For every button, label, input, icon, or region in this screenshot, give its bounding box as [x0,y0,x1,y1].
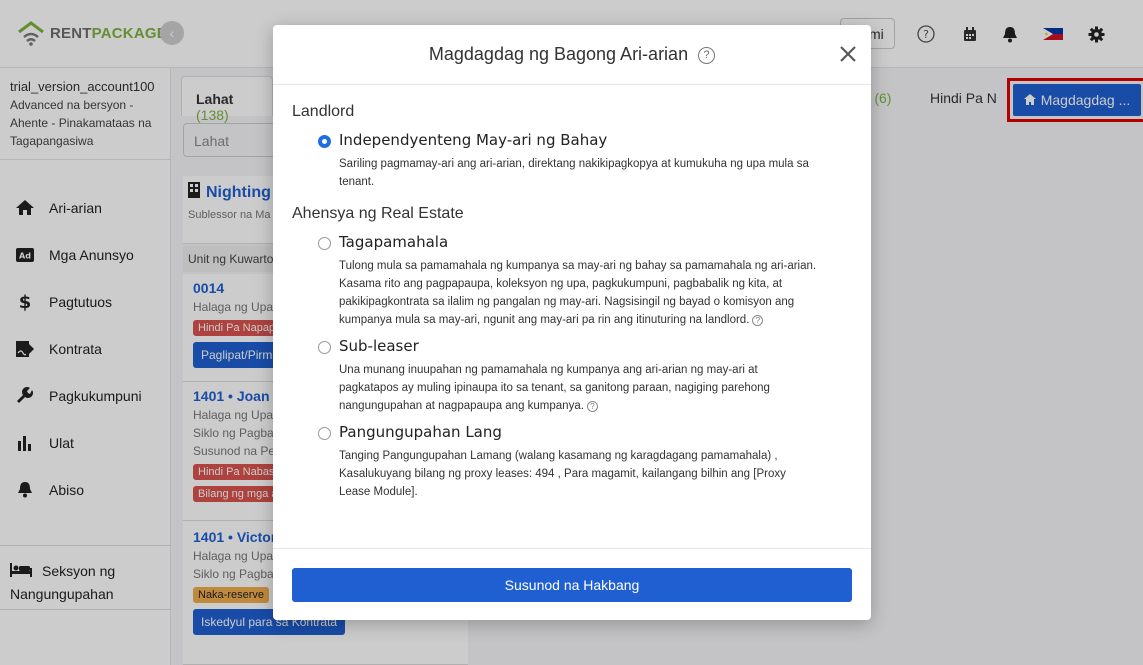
radio-manager[interactable] [318,237,331,250]
modal-footer: Susunod na Hakbang [273,548,871,620]
option-description: Tanging Pangungupahan Lamang (walang kas… [339,450,786,498]
option-title: Tagapamahala [339,233,449,251]
option-title: Independyenteng May-ari ng Bahay [339,131,608,149]
help-icon[interactable]: ? [698,47,716,64]
modal-title: Magdagdag ng Bagong Ari-arian? [273,44,871,65]
option-title: Sub-leaser [339,337,419,355]
modal-header: Magdagdag ng Bagong Ari-arian? [273,25,871,85]
close-icon[interactable] [839,45,857,63]
option-lease-only[interactable]: Pangungupahan Lang Tanging Pangungupahan… [292,423,852,501]
modal-body: Landlord Independyenteng May-ari ng Baha… [273,85,871,501]
radio-lease-only[interactable] [318,427,331,440]
option-sub-leaser[interactable]: Sub-leaser Una munang inuupahan ng pamam… [292,337,852,415]
option-manager[interactable]: Tagapamahala Tulong mula sa pamamahala n… [292,233,852,329]
radio-independent-owner[interactable] [318,135,331,148]
add-property-modal: Magdagdag ng Bagong Ari-arian? Landlord … [273,25,871,620]
section-label-agency: Ahensya ng Real Estate [292,205,464,222]
help-icon[interactable]: ? [752,315,764,326]
option-description: Sariling pagmamay-ari ang ari-arian, dir… [339,158,809,188]
option-description: Una munang inuupahan ng pamamahala ng ku… [339,364,770,412]
radio-sub-leaser[interactable] [318,341,331,354]
option-independent-owner[interactable]: Independyenteng May-ari ng Bahay Sarilin… [292,131,852,191]
next-step-button[interactable]: Susunod na Hakbang [292,568,852,602]
section-label-landlord: Landlord [292,103,355,120]
option-title: Pangungupahan Lang [339,423,502,441]
help-icon[interactable]: ? [586,401,598,412]
option-description: Tulong mula sa pamamahala ng kumpanya sa… [339,260,817,326]
